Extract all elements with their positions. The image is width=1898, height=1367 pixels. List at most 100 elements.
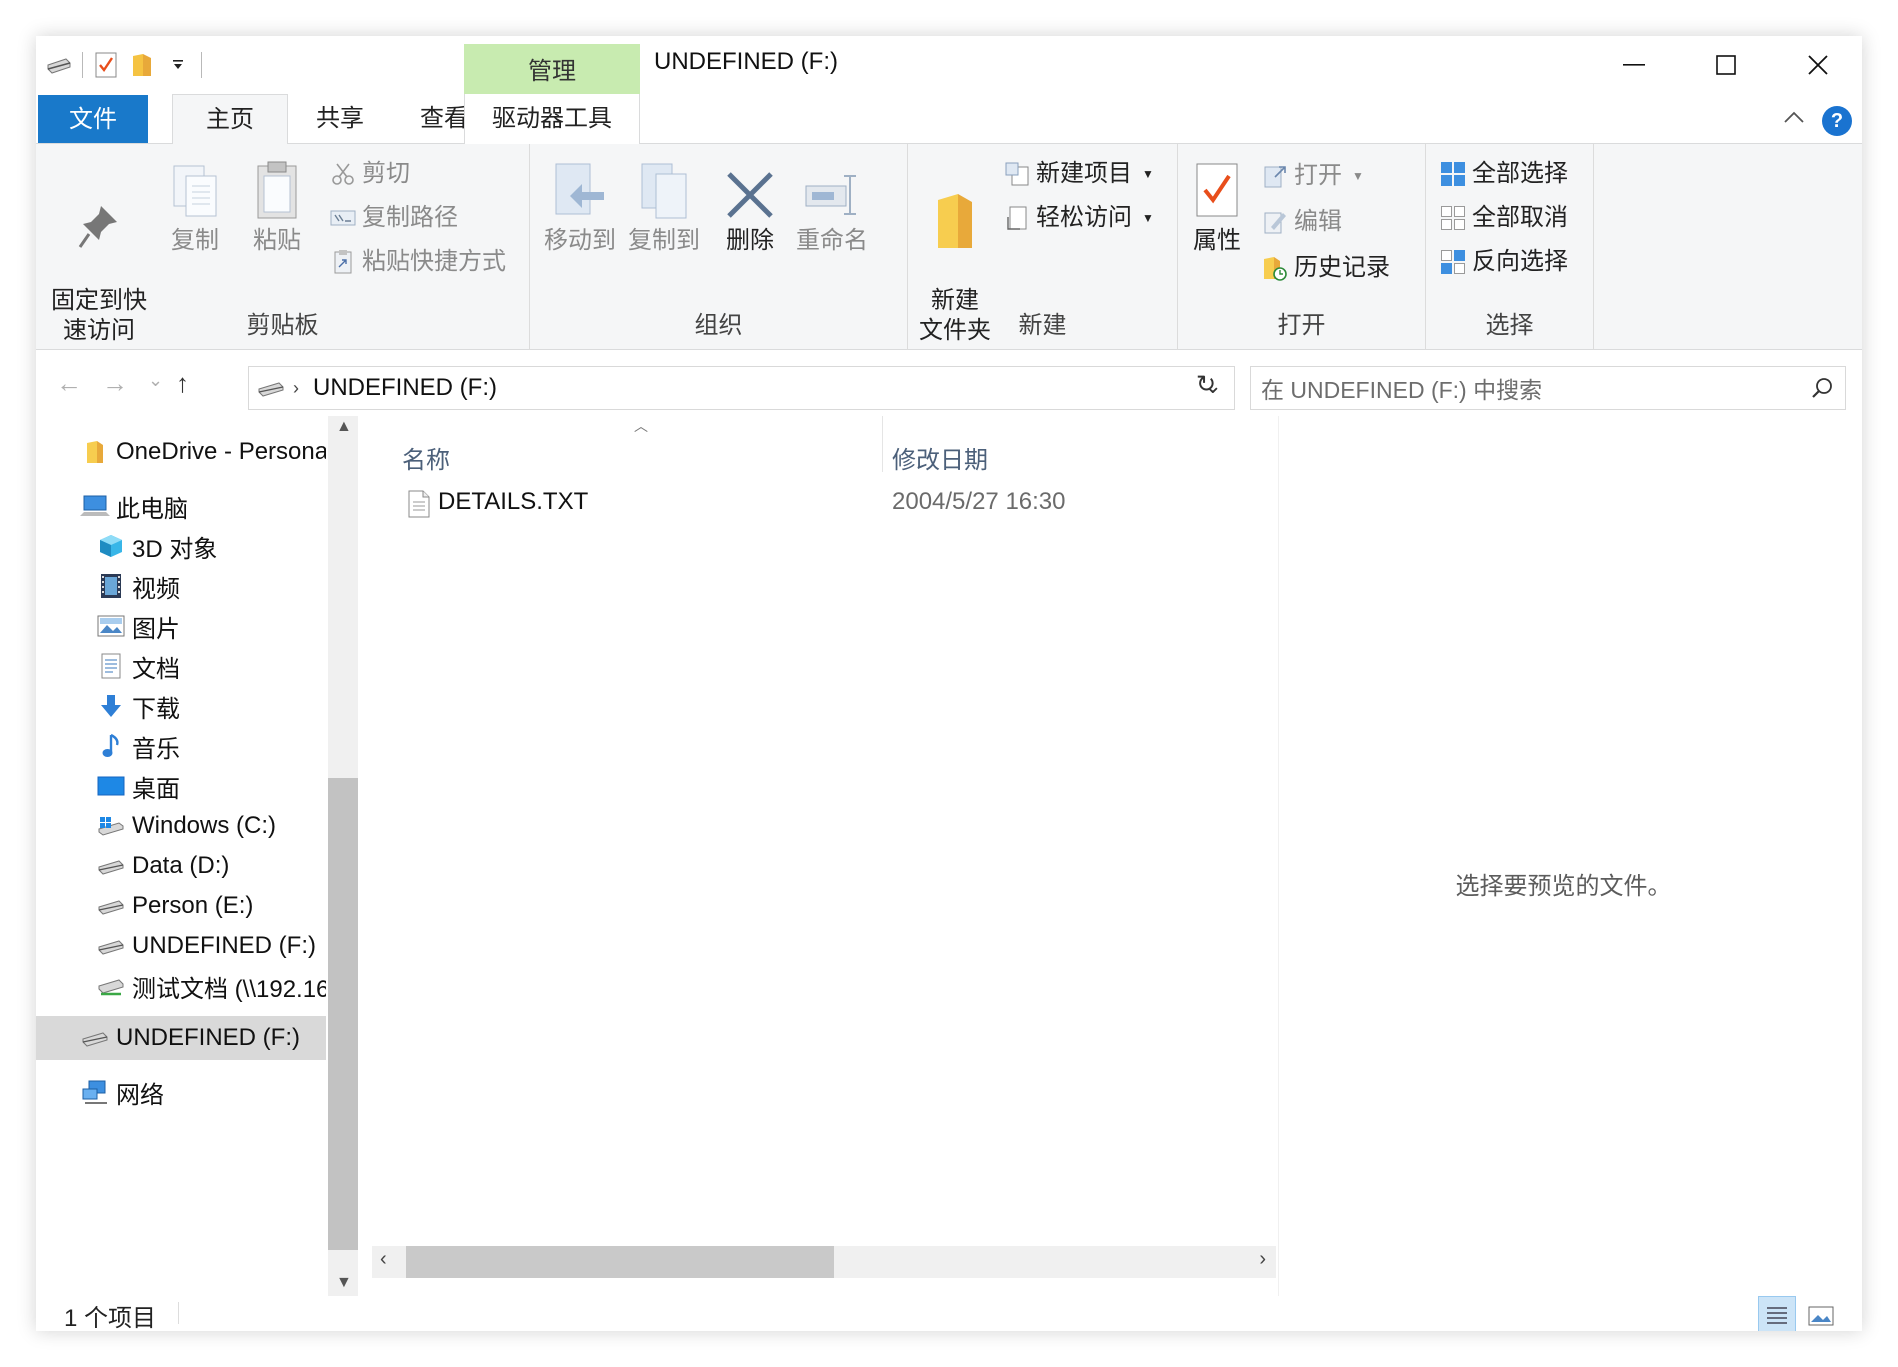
preview-message: 选择要预览的文件。 [1455,873,1672,900]
nav-item-network[interactable]: 网络 [36,1070,326,1114]
drive-icon [96,931,126,961]
preview-pane: 选择要预览的文件。 [1278,416,1848,1296]
scroll-up-arrow-icon[interactable]: ▲ [336,418,352,436]
scroll-down-arrow-icon[interactable]: ▼ [336,1274,352,1292]
copy-to-button[interactable]: 复制到 [624,158,704,256]
rename-label: 重命名 [796,227,868,254]
tab-manage[interactable]: 管理 [464,44,640,94]
close-button[interactable] [1772,36,1862,94]
copy-path-icon [330,205,356,231]
nav-item-network-share[interactable]: 测试文档 (\\192.168 [36,964,326,1008]
cut-button[interactable]: 剪切 [330,156,410,192]
nav-pane-scroll-thumb[interactable] [328,778,358,1250]
copy-path-button[interactable]: 复制路径 [330,200,458,236]
scroll-right-arrow-icon[interactable]: › [1259,1248,1266,1271]
large-icons-view-button[interactable] [1802,1296,1840,1331]
network-drive-icon [96,971,126,1001]
edit-button[interactable]: 编辑 [1262,204,1342,240]
column-header-name[interactable]: 名称 [402,440,450,475]
tab-home[interactable]: 主页 [172,94,288,145]
search-icon [1811,377,1833,399]
rename-button[interactable]: 重命名 [792,158,872,256]
tab-drive-tools[interactable]: 驱动器工具 [464,94,640,144]
search-placeholder: 在 UNDEFINED (F:) 中搜索 [1261,377,1543,403]
large-icons-view-icon [1808,1306,1834,1326]
help-button[interactable]: ? [1822,106,1852,136]
file-row[interactable]: DETAILS.TXT 2004/5/27 16:30 [372,486,1276,526]
search-input[interactable]: 在 UNDEFINED (F:) 中搜索 [1250,366,1846,410]
nav-item-onedrive[interactable]: OneDrive - Personal [36,430,326,474]
maximize-button[interactable] [1680,36,1772,94]
up-arrow-icon[interactable]: ↑ [176,368,189,399]
refresh-icon[interactable]: ↻ [1196,370,1216,399]
group-open: 属性 打开 ▼ 编辑 历史记录 打开 [1178,144,1426,350]
select-group-label: 选择 [1485,312,1534,339]
network-icon [80,1077,110,1107]
nav-item-data-d[interactable]: Data (D:) [36,844,326,888]
scroll-left-arrow-icon[interactable]: ‹ [380,1248,387,1271]
qat-dropdown-icon[interactable] [165,52,191,78]
history-button[interactable]: 历史记录 [1262,250,1390,286]
nav-item-windows-c[interactable]: Windows (C:) [36,804,326,848]
cut-label: 剪切 [362,160,410,187]
details-view-button[interactable] [1758,1296,1796,1331]
nav-item-videos[interactable]: 视频 [36,564,326,608]
organize-group-label: 组织 [694,312,743,339]
nav-item-undefined-f[interactable]: UNDEFINED (F:) [36,924,326,968]
column-header-date[interactable]: 修改日期 [892,440,988,475]
paste-shortcut-button[interactable]: 粘贴快捷方式 [330,244,506,280]
window-title: UNDEFINED (F:) [654,48,838,75]
paste-button[interactable]: 粘贴 [242,158,312,256]
nav-item-undefined-f-selected[interactable]: UNDEFINED (F:) [36,1016,326,1060]
column-separator[interactable] [882,416,883,472]
easy-access-button[interactable]: 轻松访问 ▼ [1004,200,1154,236]
move-to-button[interactable]: 移动到 [540,158,620,256]
tab-share[interactable]: 共享 [288,94,392,144]
nav-item-pictures[interactable]: 图片 [36,604,326,648]
select-none-button[interactable]: 全部取消 [1440,200,1568,236]
file-name: DETAILS.TXT [438,488,589,515]
new-item-button[interactable]: 新建项目 ▼ [1004,156,1154,192]
file-list-hscroll-thumb[interactable] [406,1246,834,1278]
nav-item-3d-objects[interactable]: 3D 对象 [36,524,326,568]
properties-icon [1186,158,1248,220]
copy-button[interactable]: 复制 [160,158,230,256]
back-arrow-icon[interactable]: ← [56,368,82,399]
new-item-dropdown-icon: ▼ [1142,167,1154,181]
nav-item-this-pc[interactable]: 此电脑 [36,484,326,528]
easy-access-label: 轻松访问 [1036,204,1132,231]
nav-pane-scrollbar[interactable]: ▲ ▼ [328,416,358,1296]
nav-item-person-e[interactable]: Person (E:) [36,884,326,928]
address-bar[interactable]: › UNDEFINED (F:) ⌄ [248,366,1235,410]
recent-locations-chevron-icon[interactable]: ⌄ [148,370,163,391]
open-button[interactable]: 打开 ▼ [1262,158,1364,194]
new-folder-qat-icon[interactable] [129,52,155,78]
ribbon-tabs: 文件 主页 共享 查看 驱动器工具 ? [36,94,1862,145]
properties-qat-icon[interactable] [93,52,119,78]
paste-shortcut-label: 粘贴快捷方式 [362,248,506,275]
nav-item-music[interactable]: 音乐 [36,724,326,768]
nav-item-downloads[interactable]: 下载 [36,684,326,728]
clipboard-group-label: 剪贴板 [246,312,319,339]
copy-to-label: 复制到 [628,227,700,254]
nav-item-desktop[interactable]: 桌面 [36,764,326,808]
delete-button[interactable]: 删除 [718,158,782,256]
qat-separator [82,52,83,78]
nav-item-documents[interactable]: 文档 [36,644,326,688]
history-icon [1262,255,1288,281]
breadcrumb-path[interactable]: UNDEFINED (F:) [313,374,497,402]
item-count: 1 个项目 [64,1305,157,1331]
sort-ascending-icon: ︿ [634,418,648,434]
select-all-button[interactable]: 全部选择 [1440,156,1568,192]
tab-file[interactable]: 文件 [38,95,148,143]
video-icon [96,571,126,601]
collapse-ribbon-button[interactable] [1782,106,1806,135]
forward-arrow-icon[interactable]: → [102,368,128,399]
move-to-icon [540,158,620,220]
minimize-button[interactable] [1588,36,1680,94]
invert-selection-button[interactable]: 反向选择 [1440,244,1568,280]
file-list-hscrollbar[interactable]: ‹ › [372,1246,1276,1278]
properties-button[interactable]: 属性 [1186,158,1248,256]
breadcrumb-chevron-icon[interactable]: › [293,378,299,399]
paste-icon [242,158,312,220]
